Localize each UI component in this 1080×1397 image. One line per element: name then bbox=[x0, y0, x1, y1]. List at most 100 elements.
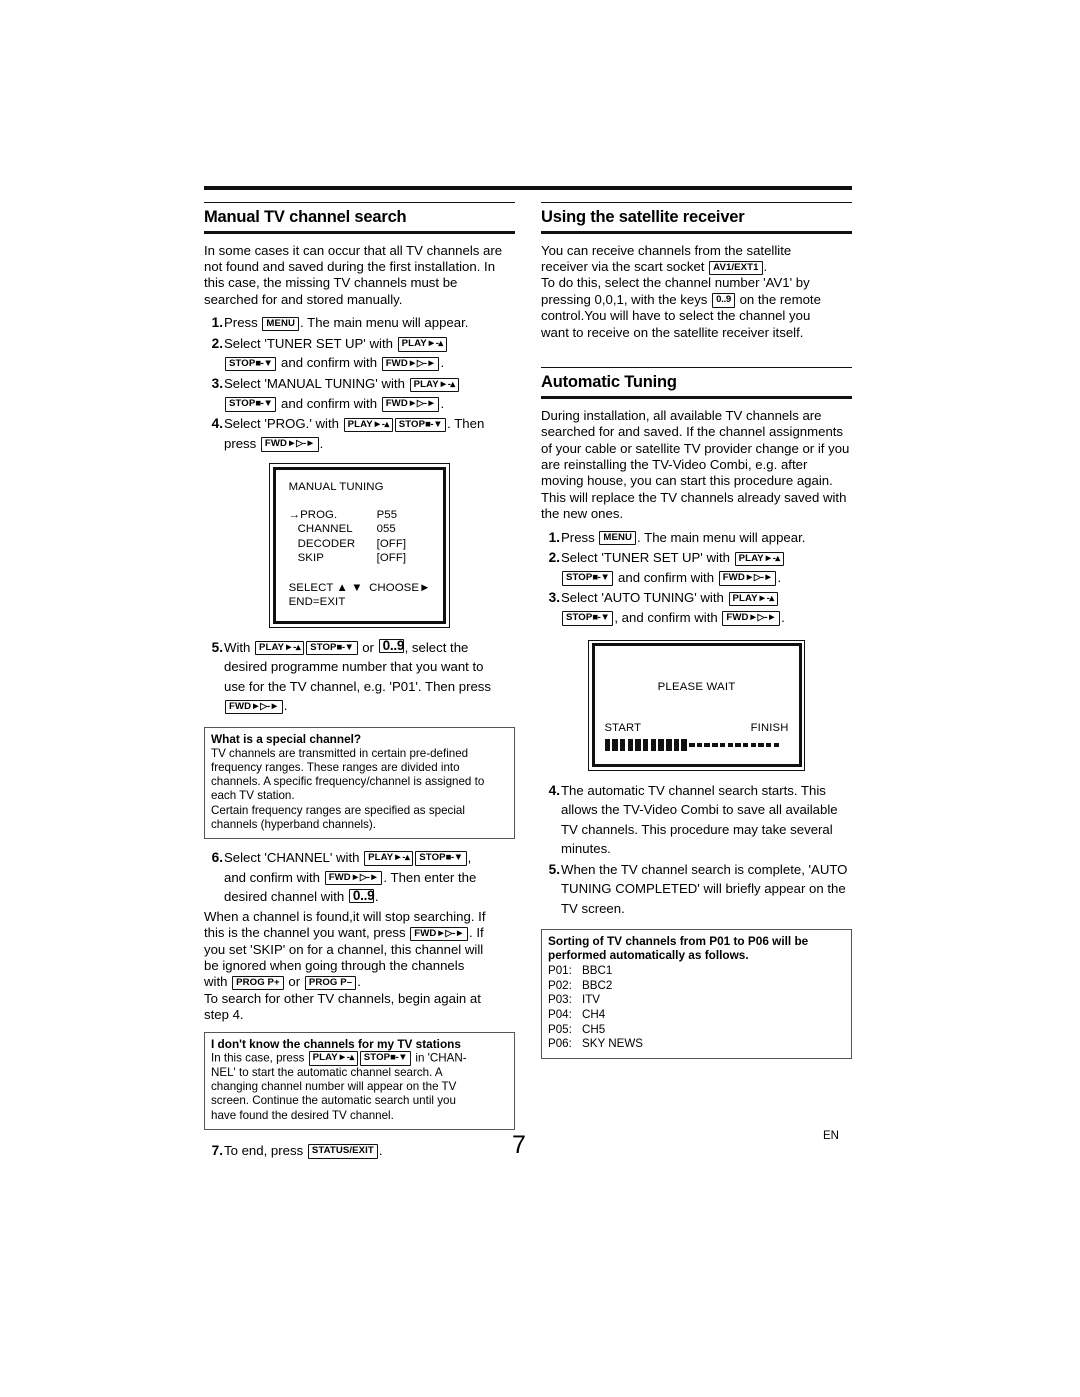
key-prog-minus[interactable]: PROG P– bbox=[304, 975, 357, 991]
key-play[interactable]: PLAY►-▴ bbox=[255, 641, 305, 656]
key-fwd[interactable]: FWD►▷-► bbox=[718, 571, 777, 586]
key-stop[interactable]: STOP■-▼ bbox=[394, 417, 447, 433]
key-menu-label: MENU bbox=[266, 317, 296, 329]
key-prog-plus[interactable]: PROG P+ bbox=[232, 975, 284, 991]
auto-step-2-line2: and confirm with bbox=[618, 569, 715, 585]
key-stop[interactable]: STOP■-▼ bbox=[562, 571, 614, 586]
tv-screen-inner: PLEASE WAIT START FINISH bbox=[591, 643, 802, 767]
osd-footer-line2: END=EXIT bbox=[288, 596, 346, 609]
key-play[interactable]: PLAY►-▴ bbox=[734, 551, 784, 567]
auto-step-3-end: . bbox=[781, 609, 785, 625]
progress-filled-block bbox=[650, 739, 657, 751]
osd-manual-tuning-diagram: MANUAL TUNING →PROG. P55 CHANNEL 055 DEC… bbox=[204, 463, 515, 628]
channel-prog: P05: bbox=[548, 1022, 572, 1036]
key-stop-symbol: ■-▼ bbox=[592, 572, 610, 584]
key-play[interactable]: PLAY►-▴ bbox=[343, 417, 393, 433]
key-fwd[interactable]: FWD►▷-► bbox=[324, 871, 383, 886]
key-fwd[interactable]: FWD►▷-► bbox=[381, 397, 440, 412]
channel-prog: P03: bbox=[548, 993, 572, 1007]
key-play[interactable]: PLAY►-▴ bbox=[364, 851, 414, 866]
step-5-or: or bbox=[362, 639, 374, 655]
osd-row[interactable]: DECODER [OFF] bbox=[298, 537, 431, 552]
key-digits[interactable]: 0..9 bbox=[348, 888, 375, 904]
manual-search-steps-continued: 5. With PLAY►-▴ STOP■-▼ or 0..9, select t… bbox=[204, 638, 515, 716]
step-number: 1. bbox=[548, 529, 560, 545]
key-fwd[interactable]: FWD►▷-► bbox=[722, 611, 781, 626]
key-stop-label: STOP bbox=[310, 642, 337, 654]
dk-line1: In this case, press bbox=[211, 1051, 305, 1065]
key-stop[interactable]: STOP■-▼ bbox=[359, 1051, 412, 1066]
osd-row[interactable]: SKIP [OFF] bbox=[298, 551, 431, 566]
key-fwd-symbol: ►▷-► bbox=[350, 872, 379, 884]
key-menu[interactable]: MENU bbox=[262, 316, 300, 332]
key-digits-label: 0..9 bbox=[716, 294, 731, 306]
key-menu[interactable]: MENU bbox=[599, 531, 637, 546]
osd-row-label: SKIP bbox=[297, 552, 324, 565]
key-fwd[interactable]: FWD►▷-► bbox=[225, 699, 283, 715]
auto-step-5: 5. When the TV channel search is complet… bbox=[541, 860, 852, 919]
channel-prog: P06: bbox=[548, 1037, 572, 1051]
key-digits[interactable]: 0..9 bbox=[712, 293, 735, 308]
key-fwd-label: FWD bbox=[328, 872, 351, 884]
up-arrow-icon: ▲ bbox=[336, 581, 348, 594]
sat-line1: You can receive channels from the satell… bbox=[541, 242, 792, 258]
key-fwd-symbol: ►▷-► bbox=[287, 438, 315, 450]
key-stop[interactable]: STOP■-▼ bbox=[225, 356, 277, 372]
progress-filled-block bbox=[666, 739, 672, 751]
sat-line5: control.You will have to select the chan… bbox=[541, 308, 811, 324]
key-play-label: PLAY bbox=[413, 378, 439, 390]
key-play-label: PLAY bbox=[732, 592, 758, 604]
key-play-label: PLAY bbox=[347, 418, 373, 430]
key-stop[interactable]: STOP■-▼ bbox=[562, 611, 614, 626]
key-stop-label: STOP bbox=[566, 612, 593, 624]
key-av1-ext1[interactable]: AV1/EXT1 bbox=[709, 260, 763, 275]
after-step-6-paragraph: When a channel is found,it will stop sea… bbox=[204, 909, 515, 1024]
callout-body: In this case, press PLAY►-▴ STOP■-▼ in 'C… bbox=[211, 1051, 508, 1123]
right-arrow-icon: ► bbox=[419, 581, 431, 594]
key-stop[interactable]: STOP■-▼ bbox=[415, 851, 467, 866]
key-stop-label: STOP bbox=[229, 398, 256, 410]
step-6-line3: desired channel with bbox=[224, 889, 345, 905]
key-play-label: PLAY bbox=[401, 338, 427, 350]
osd-please-wait-diagram: PLEASE WAIT START FINISH bbox=[541, 639, 852, 771]
auto-step-2: 2. Select 'TUNER SET UP' with PLAY►-▴ ST… bbox=[541, 548, 852, 587]
list-item: P05: CH5 bbox=[548, 1023, 845, 1038]
key-digits[interactable]: 0..9 bbox=[378, 639, 404, 654]
callout-dont-know-channels: I don't know the channels for my TV stat… bbox=[204, 1031, 515, 1130]
osd-row[interactable]: CHANNEL 055 bbox=[298, 522, 431, 537]
auto-step-2-end: . bbox=[777, 569, 782, 585]
channel-name: ITV bbox=[582, 993, 601, 1007]
manual-search-steps-7: 7. To end, press STATUS/EXIT. bbox=[204, 1141, 515, 1161]
key-fwd[interactable]: FWD►▷-► bbox=[381, 356, 440, 372]
manual-search-intro: In some cases it can occur that all TV c… bbox=[204, 242, 503, 307]
key-play-symbol: ►-▴ bbox=[372, 418, 390, 430]
step-text: To end, press STATUS/EXIT. bbox=[224, 1141, 515, 1161]
key-fwd[interactable]: FWD►▷-► bbox=[410, 926, 468, 942]
sat-line6: want to receive on the satellite receive… bbox=[541, 324, 804, 340]
dk-line3: changing channel number will appear on t… bbox=[211, 1080, 457, 1094]
progress-filled-block bbox=[673, 739, 680, 751]
progress-empty-dash bbox=[696, 742, 703, 748]
step-2-line2: and confirm with bbox=[281, 355, 378, 371]
key-stop-symbol: ■-▼ bbox=[390, 1052, 408, 1064]
key-prog-plus-label: PROG P+ bbox=[236, 976, 280, 988]
automatic-tuning-intro: During installation, all available TV ch… bbox=[541, 407, 850, 522]
key-play[interactable]: PLAY►-▴ bbox=[308, 1051, 358, 1066]
auto-step-1: 1. Press MENU . The main menu will appear… bbox=[541, 528, 852, 548]
key-stop-symbol: ■-▼ bbox=[255, 357, 273, 369]
osd-title: MANUAL TUNING bbox=[288, 480, 384, 493]
key-stop[interactable]: STOP■-▼ bbox=[225, 397, 277, 412]
dk-line4: screen. Continue the automatic search un… bbox=[211, 1094, 456, 1108]
key-play[interactable]: PLAY►-▴ bbox=[728, 591, 778, 607]
osd-row[interactable]: →PROG. P55 bbox=[289, 508, 431, 523]
callout-body-2: Certain frequency ranges are specified a… bbox=[211, 803, 465, 831]
key-stop[interactable]: STOP■-▼ bbox=[306, 641, 358, 656]
step-6-line1: Select 'CHANNEL' with bbox=[224, 849, 360, 865]
key-fwd[interactable]: FWD►▷-► bbox=[260, 437, 319, 452]
key-status-exit[interactable]: STATUS/EXIT bbox=[307, 1144, 378, 1159]
progress-start-label: START bbox=[604, 722, 642, 734]
step-number: 4. bbox=[211, 416, 223, 432]
key-play[interactable]: PLAY►-▴ bbox=[409, 377, 459, 392]
key-play[interactable]: PLAY►-▴ bbox=[397, 337, 447, 352]
